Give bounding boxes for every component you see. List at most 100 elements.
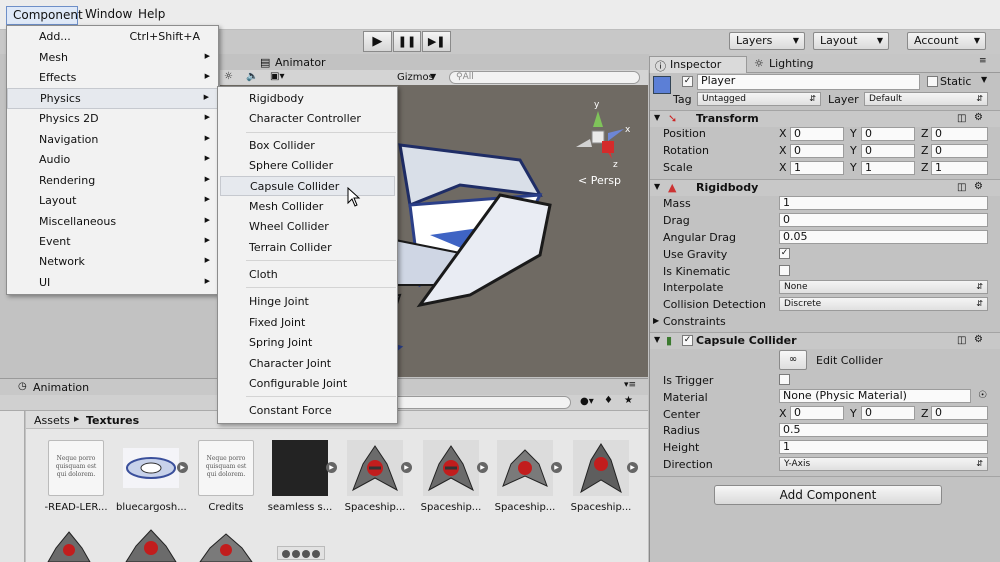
settings-icon[interactable]: ⚙ [974, 112, 983, 123]
is-trigger-checkbox[interactable] [779, 374, 790, 385]
transform-header[interactable]: ▼ ➘ Transform ◫ ⚙ [650, 110, 1000, 127]
asset-sprite-strip[interactable] [277, 546, 325, 560]
help-icon[interactable]: ◫ [957, 113, 966, 124]
asset-readme[interactable]: Neque porro quisquam est qui dolorem. -R… [41, 440, 111, 513]
account-dropdown[interactable]: Account ▼ [907, 32, 986, 50]
tab-menu-icon[interactable]: ≡ [979, 56, 987, 66]
menu-item-constant-force[interactable]: Constant Force [218, 401, 397, 421]
star-icon[interactable]: ★ [624, 395, 633, 406]
capsule-collider-header[interactable]: ▼ ▮ ✓ Capsule Collider ◫ ⚙ [650, 332, 1000, 349]
scale-z-field[interactable]: 1 [931, 161, 988, 175]
menu-item-effects[interactable]: Effects ▶ [7, 68, 218, 88]
layer-select[interactable]: Default ⇵ [864, 92, 988, 106]
menu-component[interactable]: Component [6, 6, 83, 25]
project-folder-tree[interactable] [0, 411, 25, 562]
radius-field[interactable]: 0.5 [779, 423, 988, 437]
menu-item-rendering[interactable]: Rendering ▶ [7, 171, 218, 191]
collapse-icon[interactable]: ▼ [654, 182, 660, 191]
expand-icon[interactable]: ▶ [401, 462, 412, 473]
tab-animator[interactable]: Animator [275, 56, 326, 69]
scene-search-input[interactable]: ⚲All [449, 71, 640, 84]
settings-icon[interactable]: ⚙ [974, 334, 983, 345]
breadcrumb-textures[interactable]: Textures [86, 414, 139, 427]
settings-icon[interactable]: ⚙ [974, 181, 983, 192]
height-field[interactable]: 1 [779, 440, 988, 454]
menu-item-wheel-collider[interactable]: Wheel Collider [218, 217, 397, 237]
position-z-field[interactable]: 0 [931, 127, 988, 141]
edit-collider-button[interactable]: ∞ [779, 350, 807, 370]
play-button[interactable]: ▶ [363, 31, 392, 52]
collision-detection-select[interactable]: Discrete ⇵ [779, 297, 988, 311]
menu-item-physics[interactable]: Physics ▶ [7, 88, 218, 109]
layers-dropdown[interactable]: Layers ▼ [729, 32, 805, 50]
chevron-down-icon[interactable]: ▼ [981, 75, 987, 84]
menu-item-audio[interactable]: Audio ▶ [7, 150, 218, 170]
menu-item-layout[interactable]: Layout ▶ [7, 191, 218, 211]
center-x-field[interactable]: 0 [790, 406, 844, 420]
menu-item-mesh[interactable]: Mesh ▶ [7, 48, 218, 68]
scale-y-field[interactable]: 1 [861, 161, 915, 175]
asset-spaceship-5[interactable] [46, 528, 92, 562]
tab-menu-icon[interactable]: ▾≡ [624, 380, 636, 390]
add-component-button[interactable]: Add Component [714, 485, 942, 505]
tab-animation[interactable]: Animation [33, 381, 89, 394]
image-effects-icon[interactable]: ▣▾ [270, 71, 284, 82]
menu-item-ui[interactable]: UI ▶ [7, 273, 218, 293]
scale-x-field[interactable]: 1 [790, 161, 844, 175]
active-checkbox[interactable]: ✓ [682, 76, 693, 87]
rotation-y-field[interactable]: 0 [861, 144, 915, 158]
asset-seamless[interactable]: ▶ seamless s... [265, 440, 337, 513]
tab-lighting[interactable]: ☼ Lighting [749, 56, 839, 73]
angular-drag-field[interactable]: 0.05 [779, 230, 988, 244]
asset-spaceship-4[interactable]: ▶ Spaceship... [566, 440, 638, 513]
mass-field[interactable]: 1 [779, 196, 988, 210]
menu-item-physics-2d[interactable]: Physics 2D ▶ [7, 109, 218, 129]
use-gravity-checkbox[interactable]: ✓ [779, 248, 790, 259]
menu-item-configurable-joint[interactable]: Configurable Joint [218, 374, 397, 394]
audio-icon[interactable]: 🔈 [246, 71, 258, 82]
collapse-icon[interactable]: ▼ [654, 335, 660, 344]
menu-item-box-collider[interactable]: Box Collider [218, 136, 397, 156]
asset-spaceship-6[interactable] [122, 526, 180, 562]
asset-bluecargoship[interactable]: ▶ bluecargosh... [116, 440, 188, 513]
constraints-label[interactable]: Constraints [663, 315, 726, 328]
menu-item-character-controller[interactable]: Character Controller [218, 109, 397, 129]
drag-field[interactable]: 0 [779, 213, 988, 227]
menu-item-miscellaneous[interactable]: Miscellaneous ▶ [7, 212, 218, 232]
breadcrumb-assets[interactable]: Assets [34, 414, 70, 427]
expand-icon[interactable]: ▶ [326, 462, 337, 473]
object-picker-icon[interactable]: ☉ [978, 390, 987, 401]
menu-item-network[interactable]: Network ▶ [7, 252, 218, 272]
asset-credits[interactable]: Neque porro quisquam est qui dolorem. Cr… [191, 440, 261, 513]
layout-dropdown[interactable]: Layout ▼ [813, 32, 889, 50]
asset-spaceship-2[interactable]: ▶ Spaceship... [416, 440, 488, 513]
menu-help[interactable]: Help [138, 7, 165, 21]
position-x-field[interactable]: 0 [790, 127, 844, 141]
menu-item-terrain-collider[interactable]: Terrain Collider [218, 238, 397, 258]
expand-icon[interactable]: ▶ [477, 462, 488, 473]
expand-icon[interactable]: ▶ [177, 462, 188, 473]
help-icon[interactable]: ◫ [957, 335, 966, 346]
rotation-z-field[interactable]: 0 [931, 144, 988, 158]
tab-inspector[interactable]: ⓘ Inspector [649, 56, 747, 73]
object-name-field[interactable]: Player [697, 74, 920, 90]
is-kinematic-checkbox[interactable] [779, 265, 790, 276]
collider-enabled-checkbox[interactable]: ✓ [682, 335, 693, 346]
menu-item-event[interactable]: Event ▶ [7, 232, 218, 252]
menu-item-hinge-joint[interactable]: Hinge Joint [218, 292, 397, 312]
expand-icon[interactable]: ▶ [551, 462, 562, 473]
center-y-field[interactable]: 0 [861, 406, 915, 420]
menu-item-navigation[interactable]: Navigation ▶ [7, 130, 218, 150]
menu-item-rigidbody[interactable]: Rigidbody [218, 89, 397, 109]
persp-label[interactable]: < Persp [578, 174, 621, 187]
menu-item-fixed-joint[interactable]: Fixed Joint [218, 313, 397, 333]
project-search-input[interactable] [386, 396, 571, 409]
menu-item-sphere-collider[interactable]: Sphere Collider [218, 156, 397, 176]
expand-icon[interactable]: ▶ [627, 462, 638, 473]
menu-item-capsule-collider[interactable]: Capsule Collider [220, 176, 395, 196]
rigidbody-header[interactable]: ▼ ▲ Rigidbody ◫ ⚙ [650, 179, 1000, 196]
interpolate-select[interactable]: None ⇵ [779, 280, 988, 294]
static-checkbox[interactable] [927, 76, 938, 87]
menu-item-cloth[interactable]: Cloth [218, 265, 397, 285]
gizmos-dropdown[interactable]: Gizmos [397, 72, 434, 83]
